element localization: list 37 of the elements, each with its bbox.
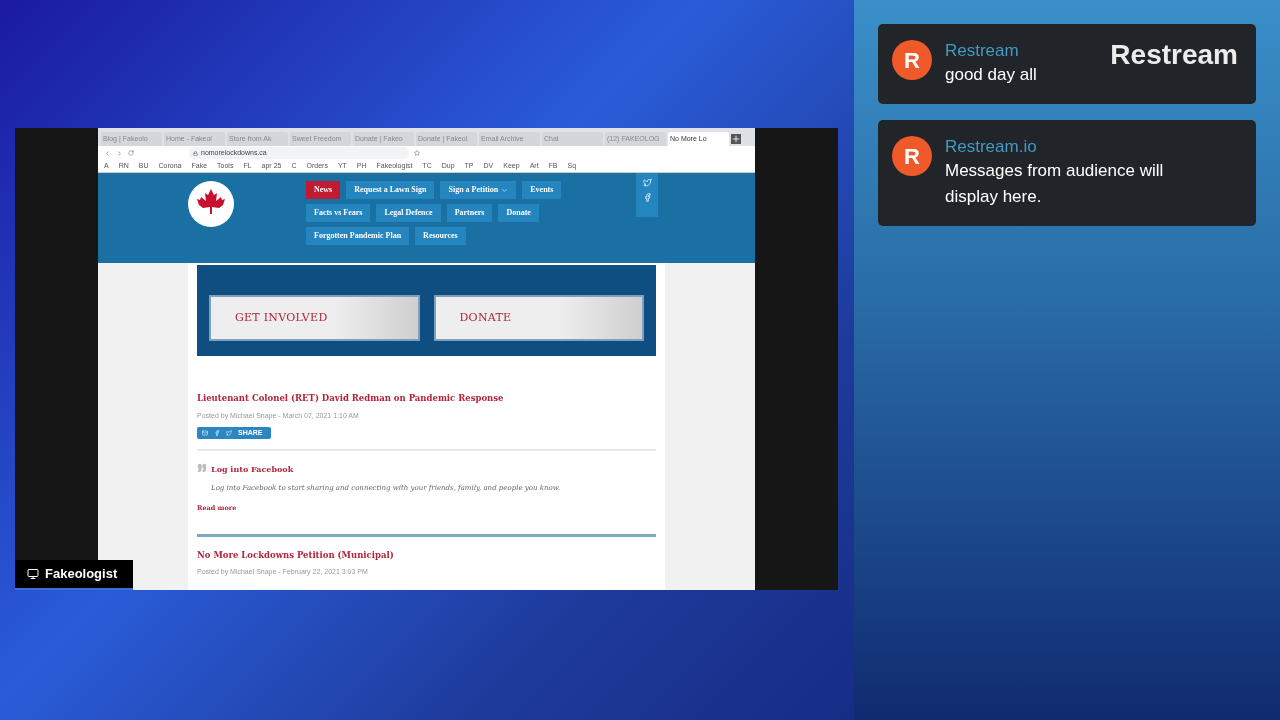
post-title[interactable]: No More Lockdowns Petition (Municipal) — [197, 548, 656, 562]
reload-icon[interactable] — [128, 150, 134, 156]
nav-tab[interactable]: Forgotten Pandemic Plan — [306, 227, 410, 245]
forward-icon[interactable] — [116, 149, 123, 157]
nav-tab[interactable]: Legal Defence — [376, 204, 441, 222]
new-tab-button[interactable] — [731, 134, 741, 144]
chat-author: Restream — [945, 40, 1019, 62]
post-title[interactable]: Lieutenant Colonel (RET) David Redman on Pandemic Response — [197, 392, 656, 405]
quote-mark-icon — [197, 463, 207, 474]
lock-icon — [193, 150, 198, 156]
mail-icon — [202, 430, 208, 437]
nav-tab[interactable]: Events — [522, 181, 562, 199]
nav-tab[interactable]: Sign a Petition — [440, 181, 517, 199]
nav-tab[interactable]: Request a Lawn Sign — [346, 181, 435, 199]
nav-tab[interactable]: Resources — [415, 227, 466, 245]
bookmark-star-icon[interactable] — [414, 150, 420, 156]
chat-author: Restream.io — [945, 136, 1037, 158]
facebook-icon[interactable] — [642, 193, 652, 202]
facebook-icon — [214, 430, 220, 437]
chat-text: good day all — [945, 64, 1037, 86]
restream-logo: Restream — [1110, 38, 1238, 72]
banner-button[interactable]: DONATE — [433, 295, 644, 341]
nav-tab[interactable]: News — [306, 181, 341, 199]
avatar: R — [892, 40, 932, 80]
chat-text: Messages from audience will display here. — [945, 160, 1165, 208]
twitter-icon[interactable] — [642, 178, 652, 187]
back-icon[interactable] — [104, 149, 111, 157]
twitter-icon — [226, 430, 232, 437]
maple-leaf-logo — [188, 181, 234, 227]
nav-tab[interactable]: Donate — [498, 204, 539, 222]
nav-tab[interactable]: Facts vs Fears — [306, 204, 371, 222]
quote-title[interactable]: Log into Facebook — [211, 463, 560, 476]
screen-label-text: Fakeologist — [45, 565, 118, 584]
nav-tab[interactable]: Partners — [446, 204, 493, 222]
banner-button[interactable]: GET INVOLVED — [209, 295, 420, 341]
avatar: R — [892, 136, 932, 176]
monitor-icon — [27, 568, 39, 580]
